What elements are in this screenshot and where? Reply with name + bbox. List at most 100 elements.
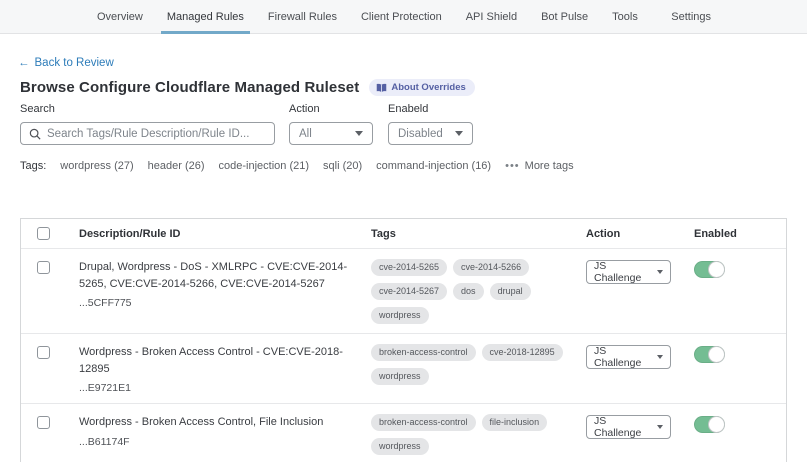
select-all-checkbox[interactable] [37, 227, 50, 240]
table-row: Wordpress - Broken Access Control, File … [21, 403, 786, 462]
action-filter-label: Action [289, 103, 373, 115]
row-description: Drupal, Wordpress - DoS - XMLRPC - CVE:C… [79, 259, 363, 292]
tab-label: Overview [97, 11, 143, 23]
action-select-value: JS Challenge [594, 415, 649, 439]
row-tags: cve-2014-5265 cve-2014-5266 cve-2014-5267 d… [371, 259, 574, 324]
chevron-down-icon [657, 355, 663, 359]
back-link-label: Back to Review [35, 57, 114, 69]
tag-pill-wordpress: wordpress [371, 438, 429, 455]
tag-pill-file-inclusion: file-inclusion [482, 414, 548, 431]
more-tags-link[interactable]: ••• More tags [505, 160, 573, 172]
table-body: Drupal, Wordpress - DoS - XMLRPC - CVE:C… [21, 248, 786, 462]
tag-pill-drupal: drupal [490, 283, 531, 300]
tab-settings[interactable]: Settings [659, 0, 723, 33]
row-rule-id: ...B61174F [79, 436, 363, 448]
tag-pill-dos: dos [453, 283, 484, 300]
tag-filter-header-26[interactable]: header (26) [148, 160, 205, 172]
header-action: Action [586, 228, 694, 240]
tab-label: Client Protection [361, 11, 442, 23]
toggle-knob [708, 346, 725, 363]
action-select[interactable]: JS Challenge [586, 345, 671, 369]
tab-label: Tools [612, 11, 638, 23]
rules-table: Description/Rule ID Tags Action Enabled … [20, 218, 787, 462]
action-select[interactable]: JS Challenge [586, 415, 671, 439]
action-filter-select[interactable]: All [289, 122, 373, 145]
table-header-row: Description/Rule ID Tags Action Enabled [21, 219, 786, 248]
search-filter: Search [20, 103, 275, 145]
enabled-toggle[interactable] [694, 416, 725, 433]
header-description: Description/Rule ID [79, 228, 371, 240]
nav-tabs: Overview Managed Rules Firewall Rules Clien… [85, 0, 650, 33]
tag-pill-wordpress: wordpress [371, 307, 429, 324]
more-tags-label: More tags [525, 160, 574, 172]
enabled-toggle[interactable] [694, 261, 725, 278]
enabled-filter-value: Disabled [398, 128, 443, 140]
tab-label: Managed Rules [167, 11, 244, 23]
title-row: Browse Configure Cloudflare Managed Rule… [20, 79, 475, 96]
tag-pill-cve-2014-5266: cve-2014-5266 [453, 259, 529, 276]
chevron-down-icon [657, 425, 663, 429]
search-icon [29, 128, 41, 140]
tab-bot-pulse[interactable]: Bot Pulse [529, 0, 600, 33]
tab-api-shield[interactable]: API Shield [454, 0, 529, 33]
enabled-filter-label: Enabeld [388, 103, 473, 115]
page-title: Browse Configure Cloudflare Managed Rule… [20, 79, 359, 96]
table-row: Drupal, Wordpress - DoS - XMLRPC - CVE:C… [21, 248, 786, 333]
row-rule-id: ...5CFF775 [79, 297, 363, 309]
chevron-down-icon [455, 131, 463, 136]
tag-pill-broken-access-control: broken-access-control [371, 414, 476, 431]
row-tags: broken-access-controlcve-2018-12895wordp… [371, 344, 574, 385]
back-arrow-icon: ← [18, 57, 30, 69]
chevron-down-icon [657, 270, 663, 274]
row-checkbox[interactable] [37, 346, 50, 359]
tag-pill-cve-2014-5265: cve-2014-5265 [371, 259, 447, 276]
row-checkbox[interactable] [37, 261, 50, 274]
tag-pill-wordpress: wordpress [371, 368, 429, 385]
tab-overview[interactable]: Overview [85, 0, 155, 33]
row-tags: broken-access-control file-inclusion wordp… [371, 414, 574, 455]
badge-label: About Overrides [391, 82, 465, 93]
tab-label: Settings [671, 11, 711, 23]
tab-label: API Shield [466, 11, 517, 23]
managed-rules-page: Overview Managed Rules Firewall Rules Clien… [0, 0, 807, 462]
chevron-down-icon [355, 131, 363, 136]
tab-label: Firewall Rules [268, 11, 337, 23]
tab-firewall-rules[interactable]: Firewall Rules [256, 0, 349, 33]
table-row: Wordpress - Broken Access Control - CVE:… [21, 333, 786, 403]
toggle-knob [708, 261, 725, 278]
tag-filter-sqli-20[interactable]: sqli (20) [323, 160, 362, 172]
action-filter-value: All [299, 128, 312, 140]
tab-client-protection[interactable]: Client Protection [349, 0, 454, 33]
row-description: Wordpress - Broken Access Control - CVE:… [79, 344, 363, 377]
tag-pill-cve-2014-5267: cve-2014-5267 [371, 283, 447, 300]
tab-label: Bot Pulse [541, 11, 588, 23]
tag-filter-code-injection-21[interactable]: code-injection (21) [219, 160, 310, 172]
top-navigation: Overview Managed Rules Firewall Rules Clien… [0, 0, 807, 34]
tag-pill-broken-access-control: broken-access-control [371, 344, 476, 361]
header-tags: Tags [371, 228, 586, 240]
enabled-filter: Enabeld Disabled [388, 103, 473, 145]
search-input[interactable] [47, 128, 266, 140]
tab-tools[interactable]: Tools [600, 0, 650, 33]
search-box[interactable] [20, 122, 275, 145]
tag-filter-wordpress-27[interactable]: wordpress (27) [60, 160, 133, 172]
toggle-knob [708, 416, 725, 433]
action-select-value: JS Challenge [594, 260, 649, 284]
action-select-value: JS Challenge [594, 345, 649, 369]
book-icon [376, 83, 387, 93]
row-checkbox[interactable] [37, 416, 50, 429]
back-to-review-link[interactable]: ← Back to Review [18, 57, 114, 69]
tag-filter-command-injection-16[interactable]: command-injection (16) [376, 160, 491, 172]
tags-row-label: Tags: [20, 160, 46, 172]
about-overrides-badge[interactable]: About Overrides [369, 79, 474, 96]
action-filter: Action All [289, 103, 373, 145]
tab-managed-rules[interactable]: Managed Rules [155, 0, 256, 33]
enabled-filter-select[interactable]: Disabled [388, 122, 473, 145]
action-select[interactable]: JS Challenge [586, 260, 671, 284]
tags-row: Tags: wordpress (27) header (26) code-inje… [20, 160, 574, 172]
ellipsis-icon: ••• [505, 160, 520, 172]
row-description: Wordpress - Broken Access Control, File … [79, 414, 363, 431]
enabled-toggle[interactable] [694, 346, 725, 363]
header-enabled: Enabled [694, 228, 786, 240]
row-rule-id: ...E9721E1 [79, 382, 363, 394]
